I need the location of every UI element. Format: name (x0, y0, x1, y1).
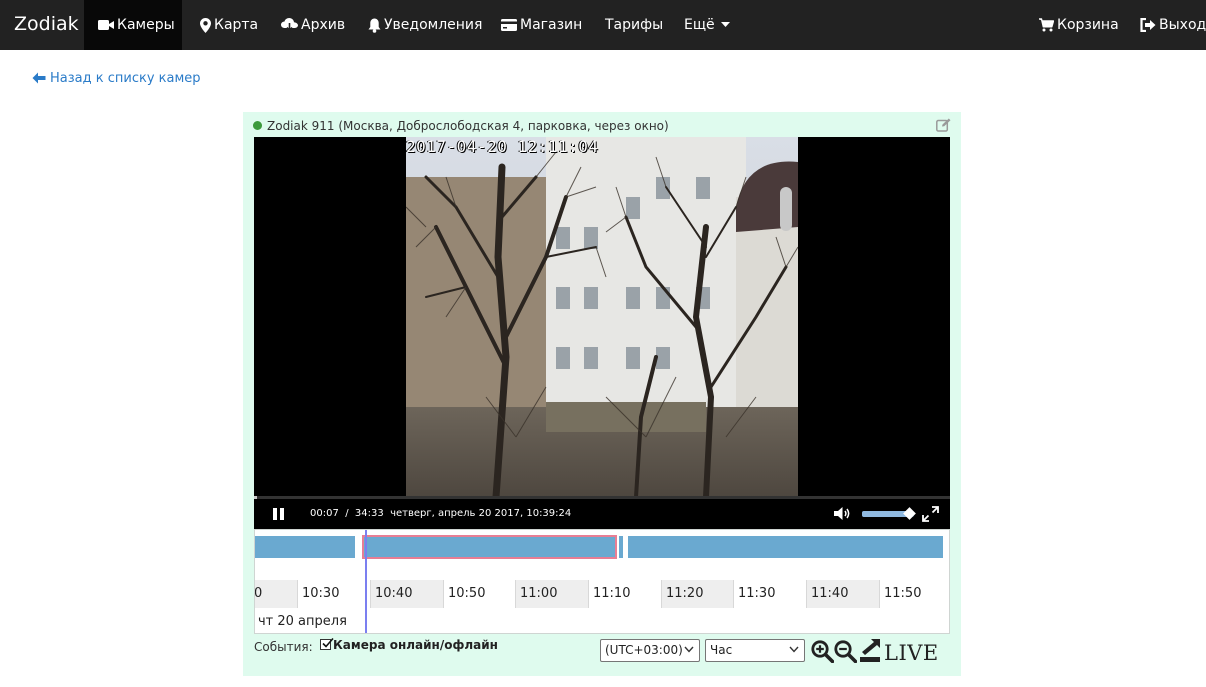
timeline-tick: 0 (255, 580, 297, 608)
video-frame-image (406, 137, 798, 497)
chevron-down-icon (789, 646, 799, 653)
recording-segment[interactable] (628, 536, 943, 558)
timeline-date-label: чт 20 апреля (258, 614, 347, 629)
camera-panel: Zodiak 911 (Москва, Доброслободская 4, п… (243, 112, 961, 676)
timeline-tick: 11:00 (515, 580, 588, 608)
video-camera-icon (98, 19, 114, 31)
zoom-out-icon (834, 640, 858, 664)
playback-datetime: четверг, апрель 20 2017, 10:39:24 (390, 508, 572, 519)
back-link-label: Назад к списку камер (50, 71, 201, 86)
nav-cameras-label: Камеры (117, 17, 175, 33)
volume-slider-fill (862, 511, 909, 517)
timezone-select[interactable]: (UTC+03:00) (600, 639, 700, 662)
credit-card-icon (501, 19, 517, 31)
timeline-tick: 11:10 (588, 580, 661, 608)
fullscreen-icon (922, 506, 939, 522)
timeline-tick: 11:40 (806, 580, 879, 608)
fullscreen-button[interactable] (922, 506, 939, 525)
pause-button[interactable] (272, 508, 286, 520)
nav-more-label: Ещё (684, 17, 715, 33)
scale-value: Час (710, 643, 733, 657)
download-icon (860, 639, 880, 662)
download-button[interactable] (858, 638, 882, 668)
camera-title-text: Zodiak 911 (Москва, Доброслободская 4, п… (267, 119, 669, 133)
volume-slider[interactable] (862, 507, 916, 520)
video-player[interactable]: 2017-04-20 12:11:04 00:07 / 34:33 четвер… (254, 137, 950, 529)
recording-segment[interactable] (255, 536, 355, 558)
timeline-tick: 10:50 (443, 580, 515, 608)
nav-cameras[interactable]: Камеры (84, 0, 182, 50)
pause-bar-left (273, 508, 277, 520)
nav-tariffs[interactable]: Тарифы (605, 0, 663, 50)
timeline-tick: 11:20 (661, 580, 733, 608)
camera-title: Zodiak 911 (Москва, Доброслободская 4, п… (253, 119, 669, 133)
volume-slider-knob[interactable] (903, 507, 916, 520)
timeline-tick: 10:30 (297, 580, 370, 608)
nav-cart[interactable]: Корзина (1039, 0, 1119, 50)
checkbox-box[interactable] (320, 637, 334, 650)
check-icon (322, 637, 334, 648)
nav-map[interactable]: Карта (200, 0, 258, 50)
time-separator: / (345, 508, 349, 519)
sign-out-icon (1140, 18, 1156, 32)
cloud-download-icon (281, 18, 298, 32)
nav-more[interactable]: Ещё (684, 0, 733, 50)
checkbox-label: Камера онлайн/офлайн (333, 638, 498, 652)
elapsed-time: 00:07 (310, 508, 339, 519)
playback-time: 00:07 / 34:33 четверг, апрель 20 2017, 1… (310, 508, 571, 519)
camera-online-offline-checkbox[interactable]: Камера онлайн/офлайн (320, 637, 498, 652)
nav-notifications[interactable]: Уведомления (368, 0, 482, 50)
brand-logo[interactable]: Zodiak (14, 13, 79, 35)
shopping-cart-icon (1039, 18, 1054, 32)
arrow-left-icon (32, 72, 46, 84)
nav-tariffs-label: Тарифы (605, 17, 664, 33)
map-marker-icon (200, 17, 211, 33)
back-to-cameras-link[interactable]: Назад к списку камер (32, 71, 201, 86)
timeline-cursor[interactable] (365, 530, 367, 633)
nav-cart-label: Корзина (1057, 17, 1119, 33)
chevron-down-icon (684, 646, 694, 653)
nav-notifications-label: Уведомления (384, 17, 483, 33)
nav-shop-label: Магазин (520, 17, 583, 33)
recording-segment[interactable] (619, 536, 623, 558)
total-duration: 34:33 (354, 508, 384, 519)
video-frame: 2017-04-20 12:11:04 (406, 137, 798, 497)
nav-logout[interactable]: Выход (1140, 0, 1206, 50)
volume-button[interactable] (834, 506, 852, 524)
edit-icon[interactable] (936, 118, 951, 137)
nav-logout-label: Выход (1159, 17, 1206, 33)
timezone-value: (UTC+03:00) (605, 643, 683, 657)
live-button[interactable]: LIVE (884, 641, 939, 665)
recording-segment-selected[interactable] (362, 535, 617, 559)
archive-timeline[interactable]: 0 10:30 10:40 10:50 11:00 11:10 11:20 11… (254, 529, 950, 634)
player-controls: 00:07 / 34:33 четверг, апрель 20 2017, 1… (254, 499, 950, 529)
timeline-tick: 10:40 (370, 580, 443, 608)
nav-archive-label: Архив (301, 17, 346, 33)
nav-map-label: Карта (214, 17, 259, 33)
online-status-dot (253, 121, 262, 130)
scale-select[interactable]: Час (705, 639, 805, 662)
zoom-in-icon (811, 640, 835, 664)
zoom-in-button[interactable] (811, 640, 835, 668)
volume-icon (834, 507, 850, 520)
pause-bar-right (280, 508, 284, 520)
bell-icon (368, 18, 381, 33)
nav-archive[interactable]: Архив (281, 0, 345, 50)
caret-down-icon (721, 22, 731, 28)
video-timestamp-overlay: 2017-04-20 12:11:04 (406, 137, 599, 156)
timeline-tick: 11:30 (733, 580, 806, 608)
events-label: События: (254, 640, 313, 654)
nav-shop[interactable]: Магазин (501, 0, 582, 50)
top-navbar: Zodiak Камеры Карта Архив Уведомления Ма… (0, 0, 1206, 50)
timeline-tick: 11:50 (879, 580, 949, 608)
zoom-out-button[interactable] (834, 640, 858, 668)
